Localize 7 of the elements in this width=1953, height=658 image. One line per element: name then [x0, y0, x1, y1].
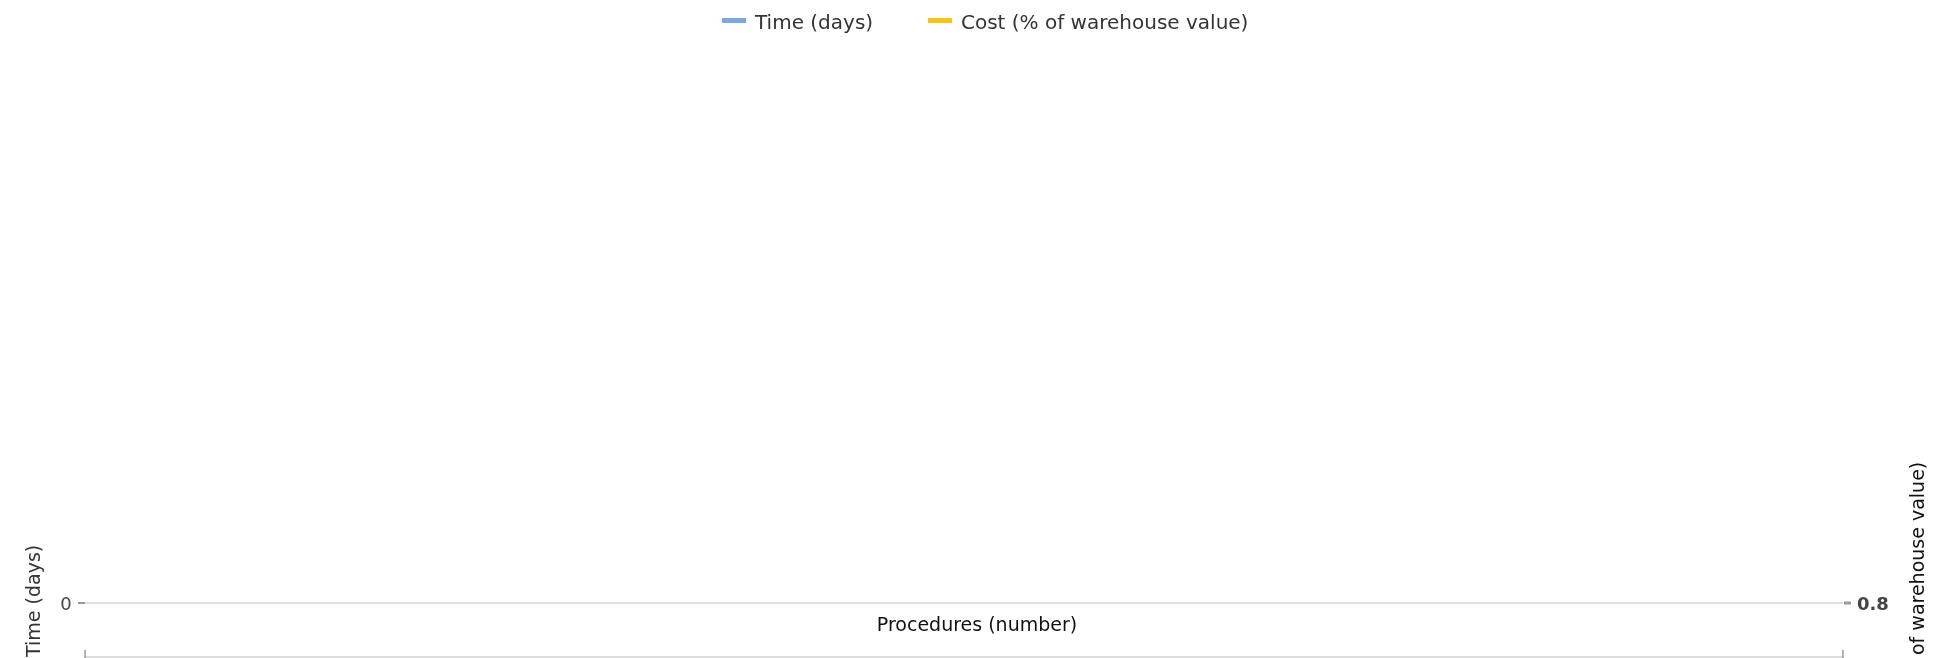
right-axis-title: of warehouse value): [1906, 461, 1928, 655]
y-tick-label: 0: [60, 593, 72, 614]
legend-label: Cost (% of warehouse value): [961, 10, 1249, 34]
legend-label: Time (days): [755, 10, 874, 34]
x-axis-title: Procedures (number): [876, 613, 1078, 635]
y-axis-title: Time (days): [22, 544, 44, 657]
right-tick-label: 0.8: [1857, 593, 1889, 614]
